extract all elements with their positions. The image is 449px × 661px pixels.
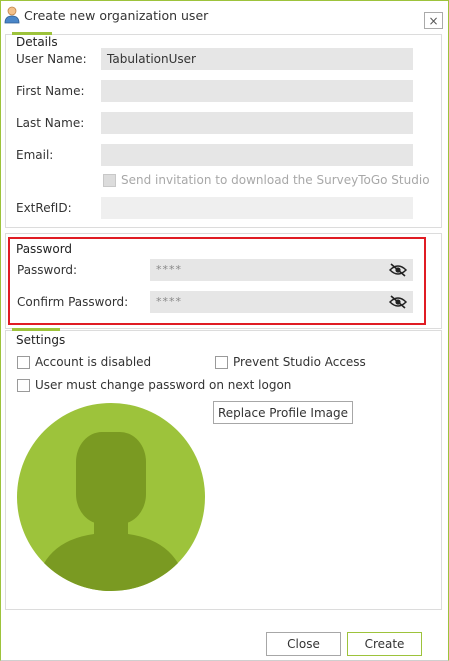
- user-name-label: User Name:: [16, 52, 87, 66]
- settings-title: Settings: [16, 333, 66, 347]
- user-name-field[interactable]: TabulationUser: [101, 48, 413, 70]
- account-disabled-label: Account is disabled: [35, 355, 152, 369]
- details-title: Details: [16, 35, 58, 49]
- close-button[interactable]: Close: [266, 632, 341, 656]
- email-field[interactable]: [101, 144, 413, 166]
- first-name-label: First Name:: [16, 84, 85, 98]
- last-name-field[interactable]: [101, 112, 413, 134]
- close-window-button[interactable]: ×: [424, 12, 443, 29]
- ext-ref-label: ExtRefID:: [16, 201, 72, 215]
- must-change-password-checkbox[interactable]: [17, 379, 30, 392]
- must-change-password-label: User must change password on next logon: [35, 378, 292, 392]
- avatar: [17, 403, 205, 591]
- password-highlight-frame: [8, 237, 426, 325]
- send-invitation-checkbox[interactable]: [103, 174, 116, 187]
- close-icon: ×: [428, 13, 439, 28]
- prevent-studio-label: Prevent Studio Access: [233, 355, 366, 369]
- email-label: Email:: [16, 148, 54, 162]
- prevent-studio-checkbox[interactable]: [215, 356, 228, 369]
- first-name-field[interactable]: [101, 80, 413, 102]
- dialog-title: Create new organization user: [24, 8, 209, 23]
- send-invitation-label: Send invitation to download the SurveyTo…: [121, 173, 430, 187]
- account-disabled-checkbox[interactable]: [17, 356, 30, 369]
- user-icon: [4, 6, 20, 24]
- replace-profile-image-button[interactable]: Replace Profile Image: [213, 401, 353, 424]
- create-button[interactable]: Create: [347, 632, 422, 656]
- last-name-label: Last Name:: [16, 116, 85, 130]
- settings-accent: [12, 328, 60, 331]
- ext-ref-field[interactable]: [101, 197, 413, 219]
